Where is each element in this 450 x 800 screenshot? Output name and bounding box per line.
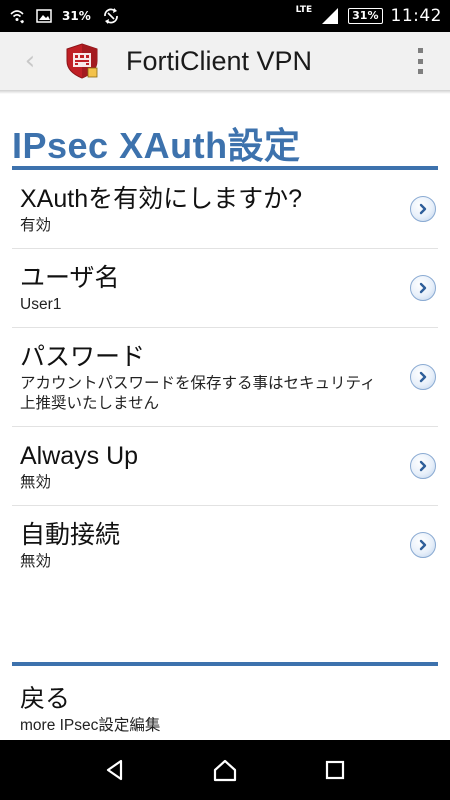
forticlient-logo-icon <box>66 43 98 79</box>
chevron-right-circle-icon[interactable] <box>410 532 436 558</box>
signal-icon <box>322 8 339 24</box>
back-chevron-icon[interactable]: ‹ <box>0 32 60 90</box>
status-bar-right: LTE 31% 11:42 <box>295 5 442 26</box>
home-icon <box>213 759 237 782</box>
sync-icon <box>103 8 118 24</box>
chevron-right-circle-icon[interactable] <box>410 275 436 301</box>
setting-title: XAuthを有効にしますか? <box>20 185 303 213</box>
section-title: IPsec XAuth設定 <box>12 125 301 166</box>
status-time: 11:42 <box>390 6 442 26</box>
nav-back-button[interactable] <box>95 750 135 790</box>
setting-auto-connect[interactable]: 自動接続 無効 <box>12 506 438 584</box>
setting-password[interactable]: パスワード アカウントパスワードを保存する事はセキュリティ上推奨いたしません <box>12 328 438 427</box>
setting-username[interactable]: ユーザ名 User1 <box>12 249 438 328</box>
app-bar: ‹ FortiClient VPN <box>0 32 450 90</box>
settings-list: XAuthを有効にしますか? 有効 ユーザ名 User1 パスワード アカウント… <box>12 170 438 584</box>
chevron-right-circle-icon[interactable] <box>410 364 436 390</box>
footer-divider <box>12 662 438 666</box>
image-icon <box>36 9 52 23</box>
battery-icon: 31% <box>348 8 383 24</box>
setting-title: パスワード <box>20 343 146 371</box>
nav-home-button[interactable] <box>205 750 245 790</box>
battery-level: 31% <box>352 9 379 22</box>
chevron-right-circle-icon[interactable] <box>410 453 436 479</box>
app-title: FortiClient VPN <box>126 45 313 76</box>
wifi-calling-icon <box>10 10 24 24</box>
app-bar-shadow <box>0 90 450 94</box>
back-row[interactable]: 戻る more IPsec設定編集 <box>12 680 438 740</box>
navigation-bar <box>0 740 450 800</box>
setting-summary: 無効 <box>20 553 52 570</box>
nav-recents-button[interactable] <box>315 750 355 790</box>
setting-xauth-enable[interactable]: XAuthを有効にしますか? 有効 <box>12 170 438 249</box>
setting-summary: User1 <box>20 296 62 313</box>
notification-percent: 31% <box>62 9 91 23</box>
setting-title: Always Up <box>20 442 139 470</box>
network-type: LTE <box>295 5 313 15</box>
setting-always-up[interactable]: Always Up 無効 <box>12 427 438 506</box>
back-triangle-icon <box>106 759 123 781</box>
back-summary: more IPsec設定編集 <box>20 717 161 734</box>
status-bar-left: 31% <box>8 6 121 26</box>
setting-title: ユーザ名 <box>20 264 120 292</box>
overflow-menu-icon[interactable] <box>416 48 424 74</box>
setting-summary: 有効 <box>20 217 52 234</box>
setting-summary: アカウントパスワードを保存する事はセキュリティ上推奨いたしません <box>20 375 376 412</box>
setting-title: 自動接続 <box>20 521 121 549</box>
status-bar: 31% LTE 31% 11:42 <box>0 0 450 32</box>
setting-summary: 無効 <box>20 474 52 491</box>
chevron-right-circle-icon[interactable] <box>410 196 436 222</box>
recents-square-icon <box>325 760 345 780</box>
back-title: 戻る <box>20 685 71 713</box>
